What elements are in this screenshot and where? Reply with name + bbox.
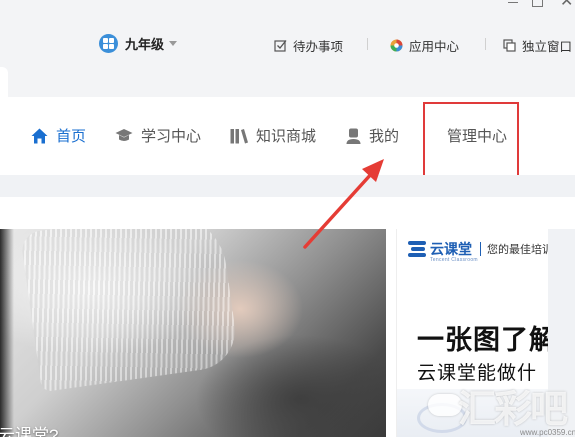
chevron-down-icon	[169, 41, 178, 46]
todo-button[interactable]: 待办事项	[274, 36, 343, 55]
minimize-icon[interactable]	[506, 0, 520, 10]
nav-mine-label: 我的	[369, 128, 400, 145]
toolbar-divider	[367, 38, 368, 50]
app-center-icon	[390, 39, 403, 52]
banner-main[interactable]: 云课堂?	[0, 229, 386, 437]
home-icon	[31, 128, 48, 143]
nav-item-mine[interactable]: 我的	[346, 125, 399, 146]
banner-header: 云课堂 您的最佳培训	[408, 241, 553, 257]
app-center-button[interactable]: 应用中心	[390, 36, 459, 55]
nav-item-study-center[interactable]: 学习中心	[115, 125, 201, 146]
watermark-url: www.pc0359.cn	[520, 428, 575, 437]
books-icon	[230, 128, 248, 143]
cloud-classroom-logo-icon	[408, 241, 426, 257]
grid-icon	[99, 34, 118, 53]
user-icon	[346, 128, 361, 144]
top-toolbar: 九年级 待办事项 应用中心 独立窗口	[0, 20, 575, 66]
checkbox-icon	[274, 40, 287, 52]
nav-study-label: 学习中心	[141, 128, 202, 145]
maximize-icon[interactable]	[532, 0, 543, 7]
watermark-text: 汇彩吧	[458, 387, 568, 431]
app-window: ✕ 九年级 待办事项 应用中心 独立窗口 首页 学习中心 知识商城 我的 管理中…	[0, 0, 575, 437]
brand-divider	[480, 242, 481, 256]
book-pages-image	[19, 229, 241, 393]
close-icon[interactable]: ✕	[560, 0, 573, 10]
grade-label: 九年级	[125, 37, 165, 52]
nav-home-label: 首页	[56, 128, 87, 145]
copy-window-icon	[503, 39, 516, 52]
nav-mall-label: 知识商城	[256, 128, 317, 145]
grade-selector[interactable]: 九年级	[99, 34, 178, 53]
graduation-cap-icon	[115, 129, 133, 141]
standalone-window-label: 独立窗口	[522, 40, 573, 54]
brand-name: 云课堂	[430, 241, 472, 257]
highlight-box	[423, 102, 519, 182]
tab-edge	[0, 67, 8, 97]
watermark: 汇彩吧 www.pc0359.cn	[428, 372, 575, 437]
brand-subtitle: Tencent Classroom	[430, 257, 478, 263]
standalone-window-button[interactable]: 独立窗口	[503, 36, 572, 55]
main-nav: 首页 学习中心 知识商城 我的 管理中心	[0, 97, 575, 182]
toolbar-divider	[485, 38, 486, 50]
brand-slogan: 您的最佳培训	[487, 244, 553, 256]
section-gap	[0, 175, 575, 197]
banner-title: 一张图了解	[417, 325, 557, 355]
nav-item-home[interactable]: 首页	[31, 125, 86, 146]
todo-label: 待办事项	[293, 40, 344, 54]
banner-shadow	[0, 229, 14, 437]
banner-caption: 云课堂?	[0, 426, 59, 437]
watermark-logo-icon	[428, 394, 462, 416]
app-center-label: 应用中心	[409, 40, 460, 54]
nav-item-knowledge-mall[interactable]: 知识商城	[230, 125, 316, 146]
